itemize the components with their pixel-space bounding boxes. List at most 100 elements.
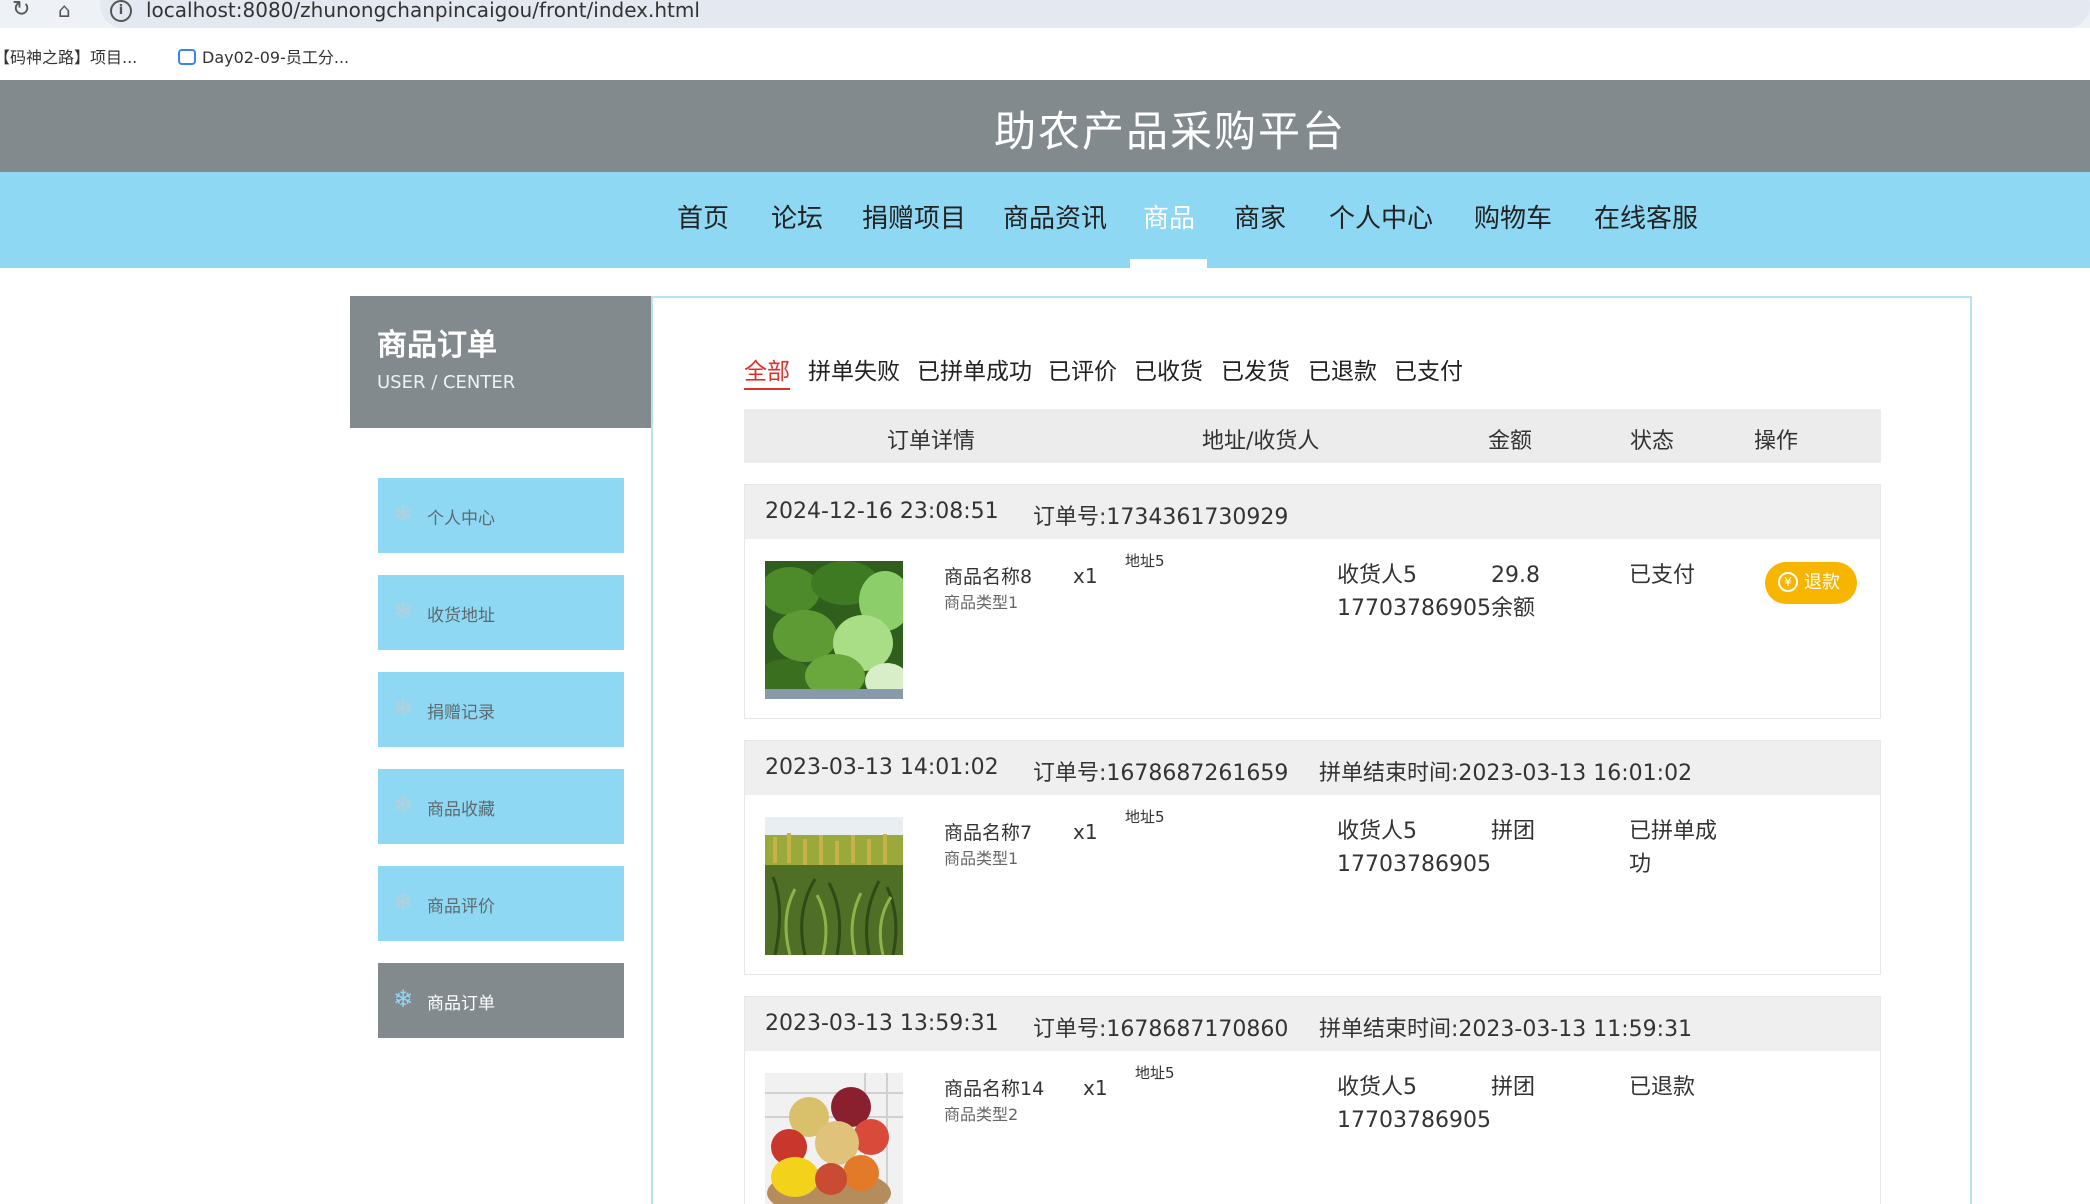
product-name: 商品名称7 (944, 822, 1033, 844)
bookmarks-bar: 【码神之路】项目... Day02-09-员工分... (0, 28, 2090, 80)
tab-group-failed[interactable]: 拼单失败 (808, 352, 900, 386)
order-receiver: 收货人5 17703786905 (1337, 559, 1491, 625)
order-card: 2023-03-13 14:01:02 订单号:1678687261659 拼单… (744, 740, 1881, 975)
order-status: 已支付 (1629, 563, 1696, 588)
sidebar-item-address[interactable]: ❄ 收货地址 (378, 575, 624, 650)
sidebar-item-label: 商品评价 (427, 897, 495, 917)
snowflake-icon: ❄ (393, 694, 414, 722)
col-header-status: 状态 (1630, 429, 1675, 454)
sidebar-item-label: 捐赠记录 (427, 703, 495, 723)
nav-item-products[interactable]: 商品 (1143, 198, 1195, 235)
bookmark-item[interactable]: Day02-09-员工分... (178, 44, 349, 68)
snowflake-icon: ❄ (393, 791, 414, 819)
home-icon[interactable]: ⌂ (58, 0, 71, 22)
sidebar-item-label: 收货地址 (427, 606, 495, 626)
product-qty: x1 (1073, 820, 1098, 844)
amount-value: 29.8 (1491, 563, 1540, 588)
order-receiver: 收货人5 17703786905 (1337, 815, 1491, 881)
orders-panel: 全部 拼单失败 已拼单成功 已评价 已收货 已发货 已退款 已支付 订单详情 地… (651, 296, 1972, 1204)
nav-item-forum[interactable]: 论坛 (771, 198, 823, 235)
tab-shipped[interactable]: 已发货 (1221, 352, 1290, 386)
order-header: 2024-12-16 23:08:51 订单号:1734361730929 (745, 485, 1880, 539)
order-address: 地址5 (1135, 1064, 1175, 1082)
sidebar-item-label: 个人中心 (427, 509, 495, 529)
receiver-phone: 17703786905 (1337, 596, 1491, 621)
order-status: 已拼单成功 (1629, 819, 1718, 877)
product-image-greens[interactable] (765, 561, 903, 699)
group-end-time: 拼单结束时间:2023-03-13 11:59:31 (1319, 1017, 1693, 1042)
order-amount: 拼团 (1491, 1071, 1535, 1104)
amount-value: 拼团 (1491, 1075, 1536, 1100)
tab-all[interactable]: 全部 (744, 352, 790, 390)
order-address: 地址5 (1125, 808, 1165, 826)
order-header: 2023-03-13 13:59:31 订单号:1678687170860 拼单… (745, 997, 1880, 1051)
order-address: 地址5 (1125, 552, 1165, 570)
tab-refunded[interactable]: 已退款 (1308, 352, 1377, 386)
tab-group-success[interactable]: 已拼单成功 (917, 352, 1032, 386)
receiver-phone: 17703786905 (1337, 1108, 1491, 1133)
order-header: 2023-03-13 14:01:02 订单号:1678687261659 拼单… (745, 741, 1880, 795)
bilibili-icon (178, 49, 196, 65)
group-end-time: 拼单结束时间:2023-03-13 16:01:02 (1319, 761, 1693, 786)
product-image-fruit[interactable] (765, 1073, 903, 1204)
product-type: 商品类型1 (944, 593, 1019, 612)
sidebar-item-reviews[interactable]: ❄ 商品评价 (378, 866, 624, 941)
order-amount: 拼团 (1491, 815, 1535, 848)
order-time: 2023-03-13 13:59:31 (765, 1011, 999, 1036)
order-amount: 29.8 余额 (1491, 559, 1540, 625)
reload-icon[interactable]: ↻ (12, 0, 30, 22)
bookmark-item[interactable]: 【码神之路】项目... (0, 44, 137, 68)
snowflake-icon: ❄ (393, 500, 414, 528)
product-name: 商品名称8 (944, 566, 1033, 588)
browser-address-bar: ↻ ⌂ i localhost:8080/zhunongchanpincaigo… (0, 0, 2090, 28)
amount-value: 拼团 (1491, 819, 1536, 844)
sidebar-item-favorites[interactable]: ❄ 商品收藏 (378, 769, 624, 844)
product-image-millet[interactable] (765, 817, 903, 955)
product-type: 商品类型1 (944, 849, 1019, 868)
order-status: 已退款 (1629, 1075, 1696, 1100)
product-qty: x1 (1073, 564, 1098, 588)
sidebar-item-profile[interactable]: ❄ 个人中心 (378, 478, 624, 553)
sidebar-item-label: 商品订单 (427, 994, 495, 1014)
refund-button[interactable]: ¥ 退款 (1765, 562, 1857, 604)
nav-item-donation[interactable]: 捐赠项目 (862, 198, 966, 235)
col-header-amount: 金额 (1488, 429, 1533, 454)
product-qty: x1 (1083, 1076, 1108, 1100)
product-name: 商品名称14 (944, 1078, 1045, 1100)
nav-item-profile[interactable]: 个人中心 (1329, 198, 1433, 235)
url-text[interactable]: localhost:8080/zhunongchanpincaigou/fron… (146, 0, 700, 22)
nav-item-home[interactable]: 首页 (677, 198, 729, 235)
order-number: 订单号:1734361730929 (1033, 505, 1289, 530)
receiver-name: 收货人5 (1337, 563, 1417, 588)
sidebar-header: 商品订单 USER / CENTER (350, 296, 651, 428)
nav-item-news[interactable]: 商品资讯 (1003, 198, 1107, 235)
receiver-phone: 17703786905 (1337, 852, 1491, 877)
receiver-name: 收货人5 (1337, 819, 1417, 844)
nav-item-merchants[interactable]: 商家 (1234, 198, 1286, 235)
sidebar-subtitle: USER / CENTER (377, 372, 516, 393)
site-header: 助农产品采购平台 (0, 80, 2090, 172)
tab-paid[interactable]: 已支付 (1394, 352, 1463, 386)
order-card: 2024-12-16 23:08:51 订单号:1734361730929 商品… (744, 484, 1881, 719)
orders-table-header: 订单详情 地址/收货人 金额 状态 操作 (744, 409, 1881, 463)
order-number: 订单号:1678687170860 (1033, 1017, 1289, 1042)
nav-item-support[interactable]: 在线客服 (1594, 198, 1698, 235)
tab-received[interactable]: 已收货 (1134, 352, 1203, 386)
sidebar-item-label: 商品收藏 (427, 800, 495, 820)
snowflake-icon: ❄ (393, 888, 414, 916)
info-icon[interactable]: i (110, 0, 132, 22)
nav-item-cart[interactable]: 购物车 (1474, 198, 1552, 235)
nav-active-indicator (1130, 259, 1207, 268)
col-header-details: 订单详情 (887, 429, 976, 454)
sidebar-item-orders[interactable]: ❄ 商品订单 (378, 963, 624, 1038)
main-nav: 首页 论坛 捐赠项目 商品资讯 商品 商家 个人中心 购物车 在线客服 (0, 172, 2090, 268)
col-header-address: 地址/收货人 (1202, 429, 1320, 454)
sidebar-item-donations[interactable]: ❄ 捐赠记录 (378, 672, 624, 747)
order-card: 2023-03-13 13:59:31 订单号:1678687170860 拼单… (744, 996, 1881, 1204)
tab-reviewed[interactable]: 已评价 (1048, 352, 1117, 386)
site-title: 助农产品采购平台 (993, 107, 1346, 156)
product-type: 商品类型2 (944, 1105, 1019, 1124)
pay-type: 余额 (1491, 596, 1536, 621)
sidebar-title: 商品订单 (377, 328, 497, 363)
order-time: 2023-03-13 14:01:02 (765, 755, 999, 780)
